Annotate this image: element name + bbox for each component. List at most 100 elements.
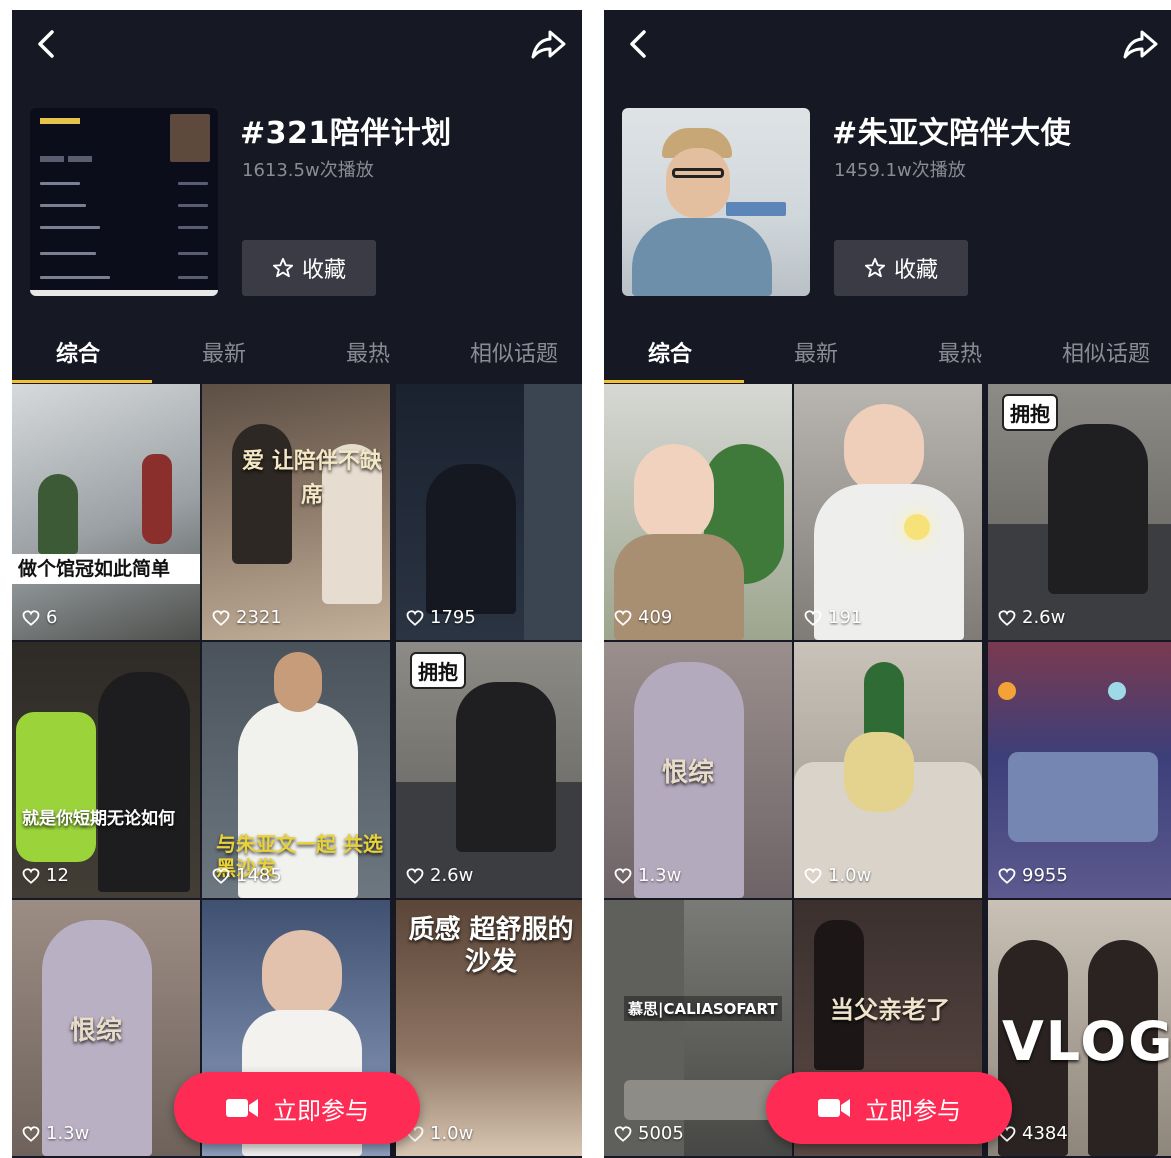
video-tile[interactable]: 慕思|CALIASOFART 5005: [604, 900, 792, 1156]
topic-page-right: #朱亚文陪伴大使 1459.1w次播放 收藏 综合 最新 最热 相似话题 409: [604, 10, 1171, 1158]
video-tile[interactable]: 1795: [396, 384, 582, 640]
tab-bar: 综合 最新 最热 相似话题: [604, 328, 1171, 384]
heart-outline-icon: [22, 867, 40, 884]
play-count: 1613.5w次播放: [242, 160, 374, 181]
tab-latest[interactable]: 最新: [794, 336, 838, 368]
share-arrow-icon: [1123, 30, 1158, 59]
heart-outline-icon: [614, 1125, 632, 1142]
tab-similar-topics[interactable]: 相似话题: [470, 336, 558, 368]
top-bar: [12, 10, 582, 80]
tab-bar: 综合 最新 最热 相似话题: [12, 328, 582, 384]
video-tile[interactable]: VLOG 4384: [988, 900, 1171, 1156]
video-tile[interactable]: 恨综 1.3w: [12, 900, 200, 1156]
video-tile[interactable]: 9955: [988, 642, 1171, 898]
like-count: 2.6w: [998, 607, 1065, 628]
favorite-label: 收藏: [893, 258, 938, 283]
video-caption: 恨综: [662, 758, 715, 788]
heart-outline-icon: [212, 867, 230, 884]
video-tile[interactable]: 与朱亚文一起 共选黑沙发 1485: [202, 642, 390, 898]
back-button[interactable]: [622, 26, 658, 62]
like-count-value: 1795: [430, 607, 476, 628]
video-caption: 恨综: [70, 1016, 123, 1046]
heart-outline-icon: [804, 609, 822, 626]
video-tile[interactable]: 1.0w: [794, 642, 982, 898]
star-outline-icon: [864, 257, 886, 278]
video-tile[interactable]: 拥抱 2.6w: [988, 384, 1171, 640]
heart-outline-icon: [212, 609, 230, 626]
heart-outline-icon: [22, 1125, 40, 1142]
video-tile[interactable]: 191: [794, 384, 982, 640]
join-label: 立即参与: [273, 1096, 369, 1125]
favorite-label: 收藏: [301, 258, 346, 283]
video-caption: 当父亲老了: [830, 995, 950, 1024]
active-tab-indicator: [604, 380, 744, 383]
tab-similar-topics[interactable]: 相似话题: [1062, 336, 1150, 368]
video-caption: 做个馆冠如此简单: [12, 554, 200, 584]
video-badge: 拥抱: [410, 652, 466, 689]
tab-hottest[interactable]: 最热: [346, 336, 390, 368]
video-tile[interactable]: 拥抱 2.6w: [396, 642, 582, 898]
like-count: 1.0w: [804, 865, 871, 886]
star-outline-icon: [272, 257, 294, 278]
video-badge: 拥抱: [1002, 394, 1058, 431]
video-caption: VLOG: [1002, 1010, 1171, 1073]
like-count-value: 1.3w: [46, 1123, 90, 1144]
video-caption: 就是你短期无论如何: [22, 809, 175, 829]
back-button[interactable]: [30, 26, 66, 62]
like-count: 1.0w: [406, 1123, 473, 1144]
like-count: 409: [614, 607, 672, 628]
like-count-value: 2.6w: [1022, 607, 1066, 628]
chevron-left-icon: [630, 30, 646, 58]
favorite-button[interactable]: 收藏: [834, 240, 968, 296]
video-tile[interactable]: 409: [604, 384, 792, 640]
like-count-value: 2.6w: [430, 865, 474, 886]
heart-outline-icon: [998, 609, 1016, 626]
video-tile[interactable]: 做个馆冠如此简单 6: [12, 384, 200, 640]
tab-comprehensive[interactable]: 综合: [648, 336, 692, 368]
heart-outline-icon: [406, 609, 424, 626]
topic-cover-image: [622, 108, 810, 296]
video-camera-icon: [226, 1099, 258, 1117]
share-button[interactable]: [1120, 24, 1160, 64]
tab-hottest[interactable]: 最热: [938, 336, 982, 368]
active-tab-indicator: [12, 380, 152, 383]
share-button[interactable]: [528, 24, 568, 64]
join-label: 立即参与: [865, 1096, 961, 1125]
like-count: 1795: [406, 607, 476, 628]
tab-comprehensive[interactable]: 综合: [56, 336, 100, 368]
like-count: 1485: [212, 865, 282, 886]
join-button[interactable]: 立即参与: [174, 1072, 420, 1144]
video-caption: 爱 让陪伴不缺席: [242, 448, 382, 508]
like-count-value: 1485: [236, 865, 282, 886]
topic-cover-image: [30, 108, 218, 296]
video-camera-icon: [818, 1099, 850, 1117]
video-tile[interactable]: 质感 超舒服的沙发 1.0w: [396, 900, 582, 1156]
topic-page-left: #321陪伴计划 1613.5w次播放 收藏 综合 最新 最热 相似话题 做个馆…: [12, 10, 582, 1158]
like-count: 191: [804, 607, 862, 628]
like-count: 5005: [614, 1123, 684, 1144]
like-count-value: 1.3w: [638, 865, 682, 886]
video-caption: 质感 超舒服的沙发: [408, 915, 574, 977]
heart-outline-icon: [614, 609, 632, 626]
heart-outline-icon: [614, 867, 632, 884]
heart-outline-icon: [406, 867, 424, 884]
like-count: 1.3w: [22, 1123, 89, 1144]
like-count: 9955: [998, 865, 1068, 886]
tab-latest[interactable]: 最新: [202, 336, 246, 368]
like-count-value: 6: [46, 607, 58, 628]
like-count-value: 409: [638, 607, 673, 628]
video-tile[interactable]: 爱 让陪伴不缺席 2321: [202, 384, 390, 640]
video-tile[interactable]: 就是你短期无论如何 12: [12, 642, 200, 898]
favorite-button[interactable]: 收藏: [242, 240, 376, 296]
video-tile[interactable]: 恨综 1.3w: [604, 642, 792, 898]
share-arrow-icon: [531, 30, 566, 59]
like-count-value: 1.0w: [828, 865, 872, 886]
play-count: 1459.1w次播放: [834, 160, 966, 181]
like-count: 4384: [998, 1123, 1068, 1144]
heart-outline-icon: [22, 609, 40, 626]
top-bar: [604, 10, 1171, 80]
join-button[interactable]: 立即参与: [766, 1072, 1012, 1144]
like-count-value: 5005: [638, 1123, 684, 1144]
like-count-value: 191: [828, 607, 863, 628]
like-count-value: 2321: [236, 607, 282, 628]
